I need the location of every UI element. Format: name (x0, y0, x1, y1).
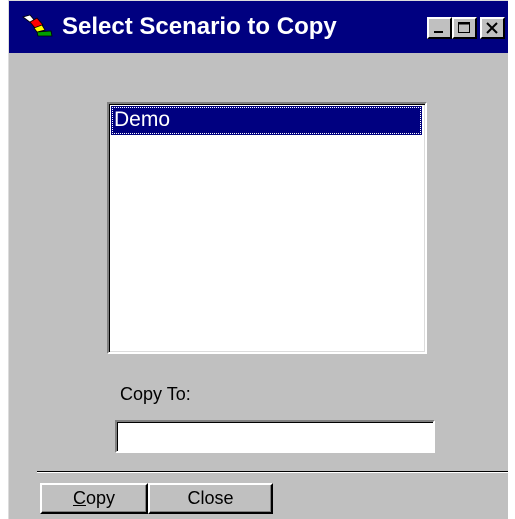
scenario-list[interactable]: Demo (107, 102, 427, 354)
close-button[interactable]: Close (148, 483, 273, 514)
minimize-icon (434, 31, 443, 33)
select-scenario-dialog: Select Scenario to Copy Demo Copy To: Co… (8, 0, 508, 519)
copy-button-label: opy (85, 488, 116, 508)
copy-button[interactable]: Copy (40, 483, 148, 514)
scenario-app-icon[interactable] (21, 14, 53, 38)
minimize-button[interactable] (427, 17, 452, 39)
title-bar[interactable]: Select Scenario to Copy (9, 1, 508, 53)
copy-button-mnemonic: C (72, 488, 86, 508)
copy-to-label: Copy To: (120, 384, 191, 404)
copy-to-input[interactable] (115, 420, 435, 453)
close-icon (486, 22, 498, 34)
maximize-icon (458, 22, 470, 33)
separator (37, 471, 508, 473)
close-window-button[interactable] (480, 17, 505, 39)
window-title: Select Scenario to Copy (62, 13, 337, 40)
list-item[interactable]: Demo (111, 106, 422, 135)
maximize-button[interactable] (452, 17, 477, 39)
